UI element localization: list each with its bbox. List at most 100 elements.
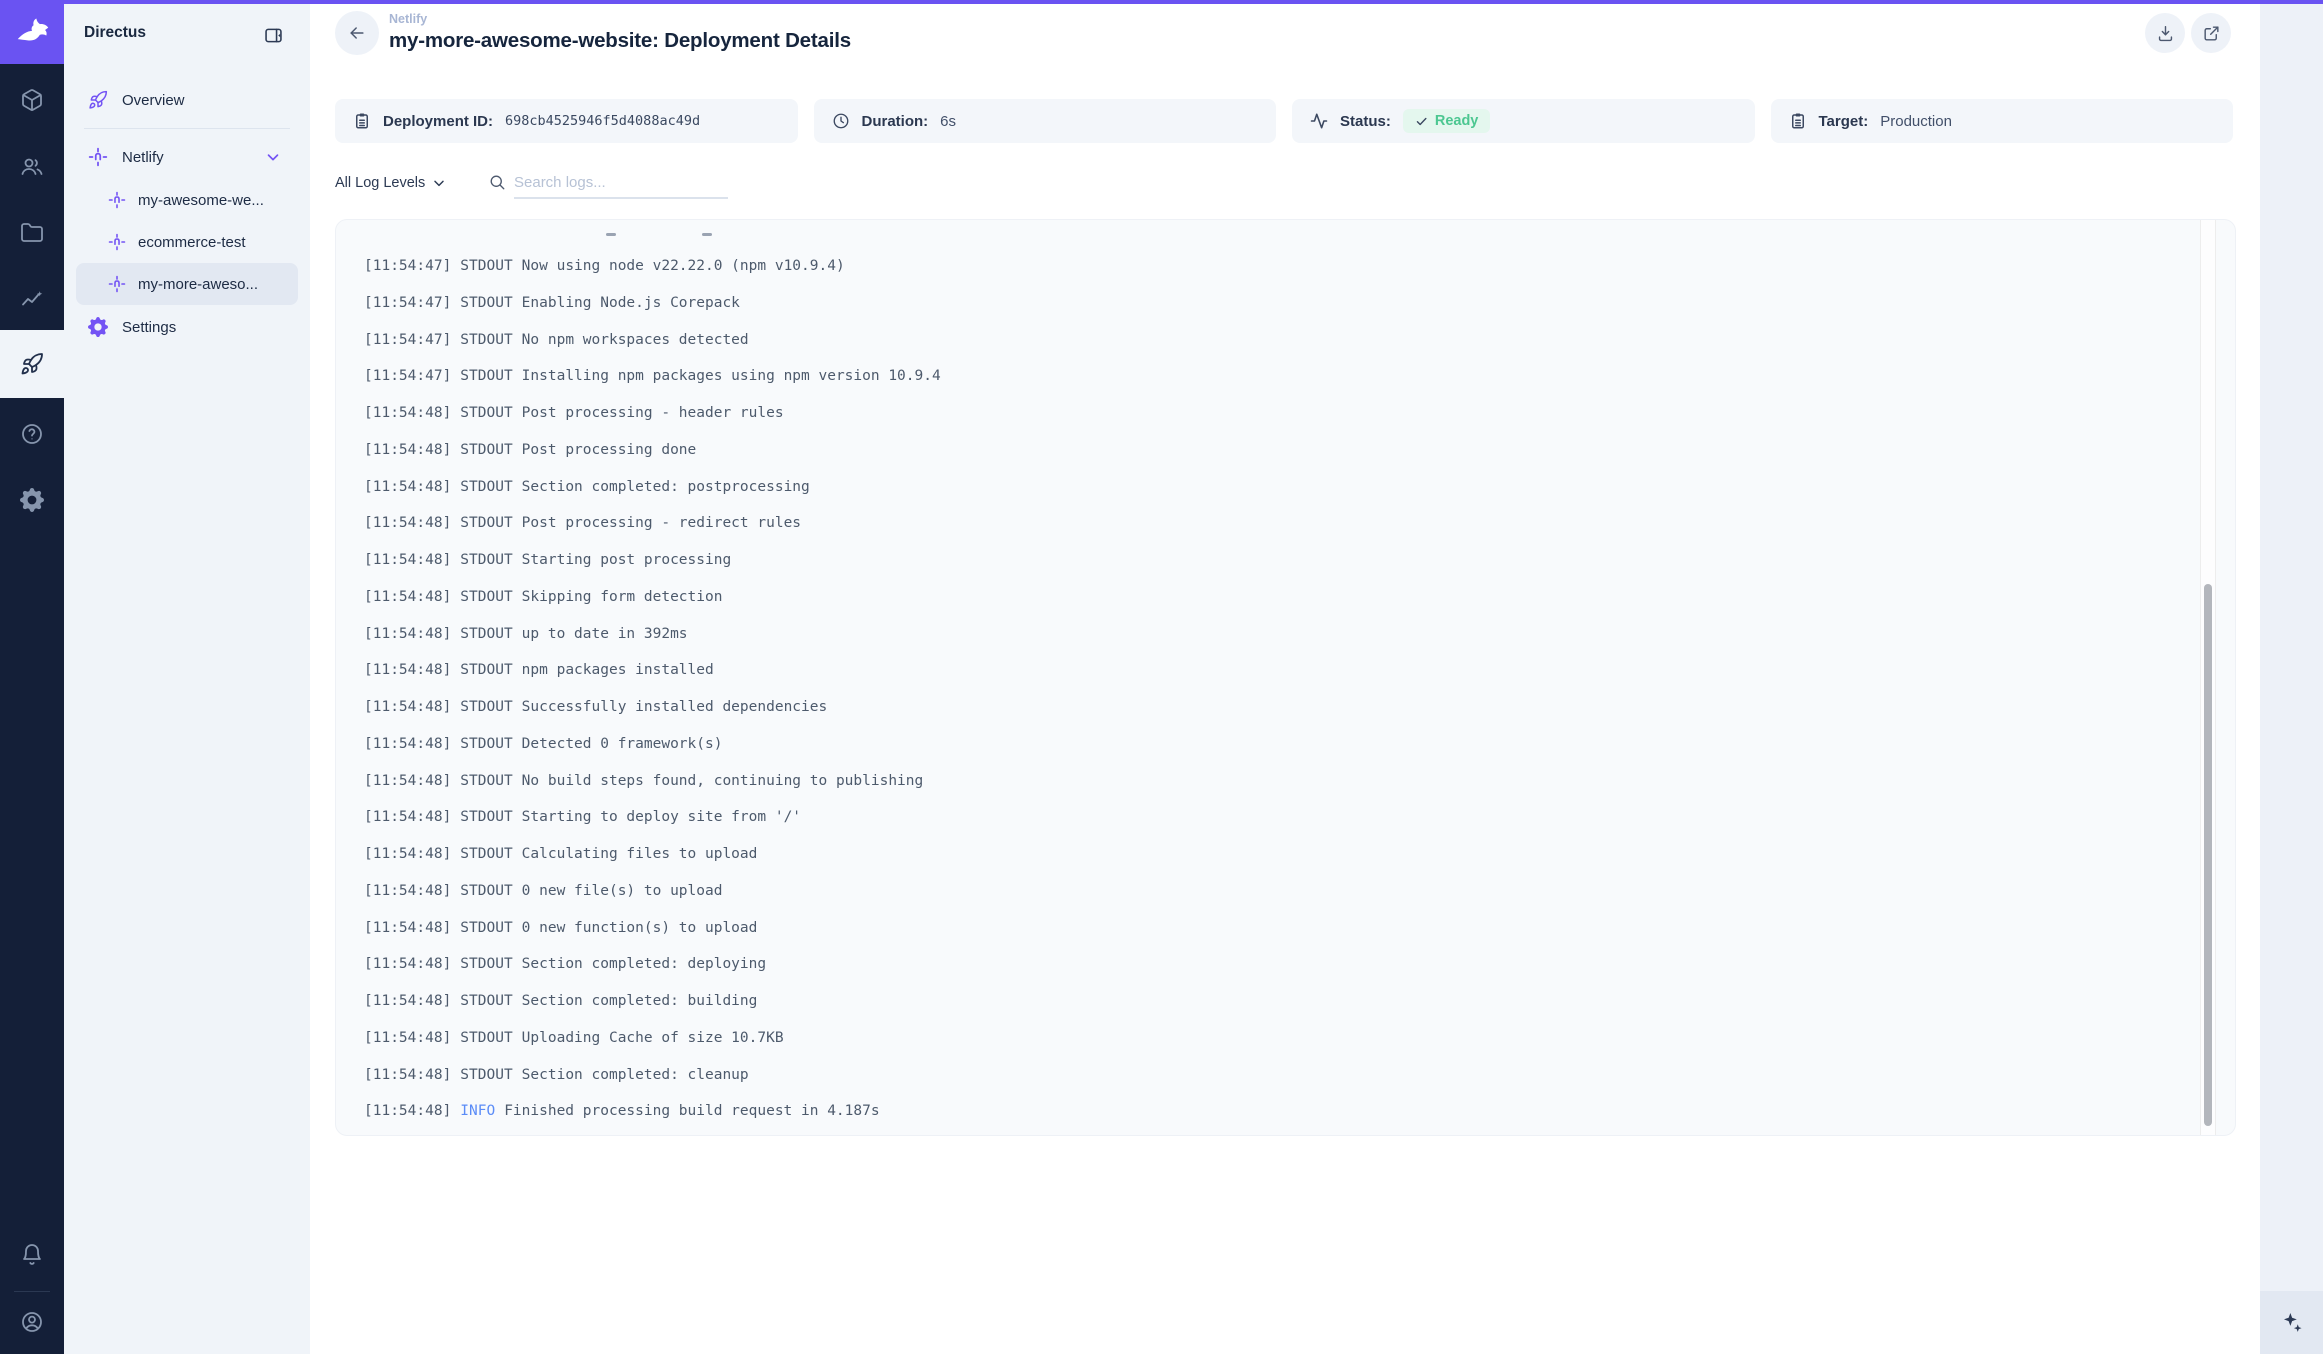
back-button[interactable]	[335, 11, 379, 55]
collapse-sidebar-button[interactable]	[260, 22, 286, 48]
sidebar-item-ecommerce-test[interactable]: ecommerce-test	[76, 221, 298, 263]
insights-module-icon[interactable]	[0, 272, 64, 328]
log-timestamp: [11:54:48]	[364, 736, 451, 752]
content-module-icon[interactable]	[0, 72, 64, 128]
log-timestamp: [11:54:48]	[364, 589, 451, 605]
log-level: STDOUT	[460, 405, 512, 421]
log-message: npm packages installed	[522, 662, 714, 678]
search-icon	[488, 173, 506, 195]
notifications-bell-icon[interactable]	[0, 1227, 64, 1283]
log-timestamp: [11:54:48]	[364, 442, 451, 458]
status-badge-label: Ready	[1435, 113, 1479, 129]
chevron-down-icon	[431, 175, 447, 191]
log-message: Successfully installed dependencies	[522, 699, 828, 715]
status-badge: Ready	[1403, 109, 1491, 133]
files-module-icon[interactable]	[0, 205, 64, 261]
log-line: [11:54:47]STDOUTEnabling Node.js Corepac…	[364, 285, 2175, 322]
log-line: [11:54:47]STDOUTNow using node v22.22.0 …	[364, 248, 2175, 285]
sidebar-divider	[84, 128, 290, 129]
log-line: [11:54:48]STDOUTSection completed: postp…	[364, 469, 2175, 506]
open-external-button[interactable]	[2191, 13, 2231, 53]
directus-logo[interactable]	[0, 0, 64, 64]
log-message: Post processing - header rules	[522, 405, 784, 421]
right-sidebar-strip	[2260, 0, 2323, 1354]
download-logs-button[interactable]	[2145, 13, 2185, 53]
help-icon[interactable]	[0, 406, 64, 462]
log-line: [11:54:48]STDOUTPost processing done	[364, 432, 2175, 469]
log-level: STDOUT	[460, 736, 512, 752]
sidebar-item-label: Settings	[122, 319, 296, 336]
log-line: [11:54:48]STDOUTUploading Cache of size …	[364, 1020, 2175, 1057]
log-message: Post processing - redirect rules	[522, 515, 801, 531]
activity-icon	[1310, 112, 1328, 130]
log-timestamp: [11:54:47]	[364, 332, 451, 348]
log-message: Installing npm packages using npm versio…	[522, 368, 941, 384]
sidebar-item-settings[interactable]: Settings	[64, 305, 310, 349]
log-message: Starting to deploy site from '/'	[522, 809, 801, 825]
info-card-deploymentid: Deployment ID: 698cb4525946f5d4088ac49d	[335, 99, 798, 143]
log-timestamp: [11:54:48]	[364, 626, 451, 642]
log-message: No build steps found, continuing to publ…	[522, 773, 924, 789]
log-level: STDOUT	[460, 295, 512, 311]
log-timestamp: [11:54:48]	[364, 883, 451, 899]
log-level: STDOUT	[460, 552, 512, 568]
rocket-icon	[20, 352, 44, 376]
sidebar-nav: Overview Netlifymy-awesome-we...ecommerce…	[64, 78, 310, 349]
log-timestamp: [11:54:47]	[364, 295, 451, 311]
netlify-icon	[88, 147, 108, 167]
log-level: STDOUT	[460, 662, 512, 678]
log-line: [11:54:48]STDOUTStarting to deploy site …	[364, 799, 2175, 836]
log-level: STDOUT	[460, 332, 512, 348]
card-label: Target:	[1819, 113, 1869, 130]
netlify-icon	[108, 191, 126, 209]
card-label: Status:	[1340, 113, 1391, 130]
netlify-module-icon[interactable]	[0, 336, 64, 392]
log-timestamp: [11:54:48]	[364, 920, 451, 936]
project-accent-bar	[0, 0, 2323, 4]
gear-icon	[88, 317, 108, 337]
log-level: STDOUT	[460, 956, 512, 972]
log-message: Detected 0 framework(s)	[522, 736, 723, 752]
insights-icon	[20, 288, 44, 312]
settings-module-icon[interactable]	[0, 472, 64, 528]
user-avatar-icon[interactable]	[0, 1294, 64, 1350]
log-timestamp: [11:54:47]	[364, 368, 451, 384]
search-input[interactable]	[514, 172, 728, 199]
log-level: STDOUT	[460, 993, 512, 1009]
help-icon	[20, 422, 44, 446]
log-level: STDOUT	[460, 479, 512, 495]
scrollbar-track[interactable]	[2200, 220, 2216, 1135]
log-line: [11:54:48]STDOUT0 new file(s) to upload	[364, 873, 2175, 910]
chevron-down-icon	[264, 148, 282, 166]
info-card-target: Target: Production	[1771, 99, 2234, 143]
log-message: up to date in 392ms	[522, 626, 688, 642]
log-message: Now using node v22.22.0 (npm v10.9.4)	[522, 258, 845, 274]
log-message: Calculating files to upload	[522, 846, 758, 862]
log-level: STDOUT	[460, 515, 512, 531]
users-module-icon[interactable]	[0, 139, 64, 195]
log-message: Starting post processing	[522, 552, 732, 568]
card-label: Deployment ID:	[383, 113, 493, 130]
sparkles-icon	[2279, 1310, 2305, 1336]
log-line: [11:54:48]STDOUTnpm packages installed	[364, 652, 2175, 689]
log-timestamp: [11:54:48]	[364, 773, 451, 789]
card-value: 6s	[940, 113, 956, 130]
sidebar-item-overview[interactable]: Overview	[64, 78, 310, 122]
card-value: 698cb4525946f5d4088ac49d	[505, 113, 700, 129]
sidebar-item-my-more-awesome-website[interactable]: my-more-aweso...	[76, 263, 298, 305]
clipboard-icon	[1789, 112, 1807, 130]
log-level: STDOUT	[460, 368, 512, 384]
log-level: STDOUT	[460, 1030, 512, 1046]
sidebar-item-label: Overview	[122, 92, 296, 109]
scrollbar-thumb[interactable]	[2204, 584, 2212, 1126]
log-level-dropdown[interactable]: All Log Levels	[335, 175, 447, 191]
sidebar-item-my-awesome-website[interactable]: my-awesome-we...	[76, 179, 298, 221]
navigation-sidebar: Directus OverviewNetlifymy-awesome-we...…	[64, 0, 310, 1354]
log-line: [11:54:48]STDOUTSuccessfully installed d…	[364, 689, 2175, 726]
sidebar-item-netlify[interactable]: Netlify	[64, 135, 310, 179]
log-timestamp: [11:54:48]	[364, 1067, 451, 1083]
page-title: my-more-awesome-website: Deployment Deta…	[389, 29, 851, 53]
netlify-icon	[108, 275, 126, 293]
ai-sparkles-button[interactable]	[2260, 1291, 2323, 1354]
card-value: Production	[1880, 113, 1952, 130]
